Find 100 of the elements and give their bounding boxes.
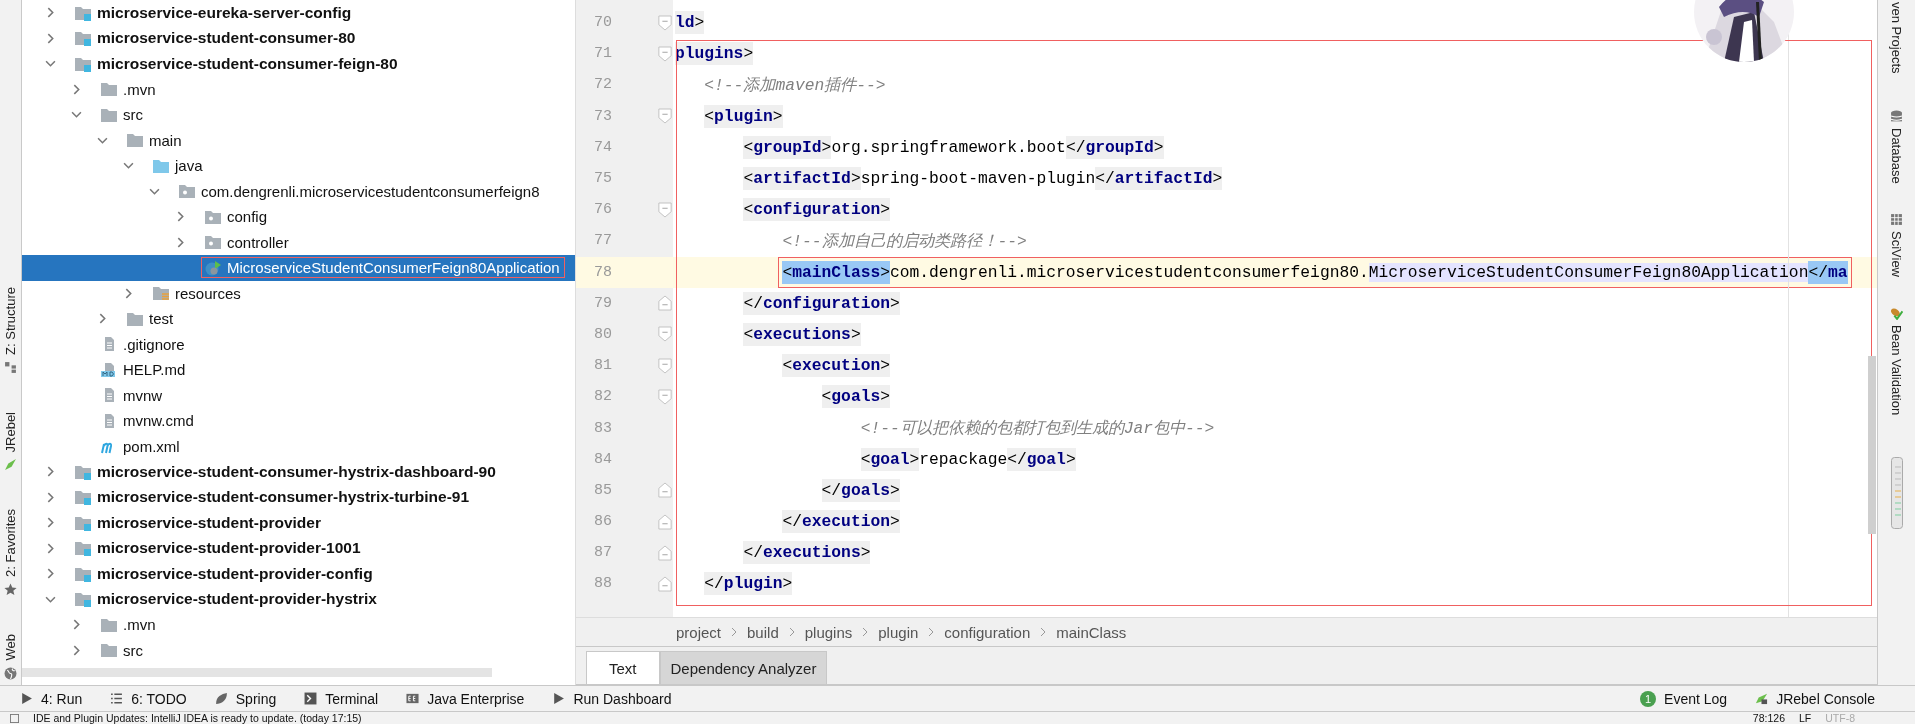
scrollbar[interactable] <box>1868 356 1876 534</box>
breadcrumb-item[interactable]: plugin <box>878 623 919 641</box>
tool-window-tab[interactable]: 2: Favorites <box>3 509 18 578</box>
cursor-position[interactable]: 78:126 <box>1752 712 1785 724</box>
tree-item[interactable]: microservice-student-consumer-hystrix-turbine-91 <box>97 488 470 507</box>
tree-item[interactable]: microservice-student-consumer-feign-80 <box>97 54 398 73</box>
tree-item[interactable]: .mvn <box>123 80 156 98</box>
tree-item[interactable]: mvnw <box>123 386 163 404</box>
module-folder-icon <box>74 30 92 47</box>
breadcrumb-item[interactable]: project <box>676 623 722 641</box>
xml-tag: ld> <box>675 11 705 35</box>
xml-tag: <artifactId> <box>743 167 861 191</box>
tool-window-tab[interactable]: Database <box>1889 127 1904 184</box>
fold-marker-icon[interactable] <box>658 14 672 31</box>
tree-item[interactable]: test <box>149 310 174 328</box>
editor-tab[interactable]: Text <box>586 651 660 684</box>
tool-window-button[interactable]: 1 Event Log <box>1640 690 1728 707</box>
tool-window-tab[interactable]: Z: Structure <box>3 287 18 355</box>
tool-window-button[interactable]: JRebel Console <box>1755 690 1875 707</box>
fold-marker-icon[interactable] <box>658 357 672 374</box>
tree-item[interactable]: src <box>123 641 143 659</box>
tree-item[interactable]: HELP.md <box>123 361 186 379</box>
fold-marker-icon[interactable] <box>658 513 672 530</box>
tree-item[interactable]: main <box>149 131 182 149</box>
module-folder-icon <box>74 514 92 531</box>
expanded-chevron-icon[interactable] <box>122 160 134 172</box>
xml-tag: </executions> <box>743 541 871 565</box>
fold-marker-icon[interactable] <box>658 388 672 405</box>
breadcrumb-item[interactable]: plugins <box>804 623 853 641</box>
xml-tag: </artifactId> <box>1095 167 1223 191</box>
tree-item[interactable]: config <box>227 208 268 226</box>
tool-window-tab[interactable]: ven Projects <box>1889 2 1904 74</box>
folder-icon <box>100 81 118 98</box>
folder-icon <box>100 106 118 123</box>
tool-window-tab[interactable]: SciView <box>1889 231 1904 278</box>
star-icon <box>4 583 17 597</box>
chevron-icon <box>788 627 795 637</box>
tree-item[interactable]: microservice-student-provider <box>97 513 321 532</box>
line-number: 72 <box>593 76 612 94</box>
breadcrumb-item[interactable]: build <box>747 623 779 641</box>
line-number: 85 <box>593 481 612 499</box>
expanded-chevron-icon[interactable] <box>70 109 82 121</box>
tool-window-button[interactable]: 4: Run <box>20 690 83 707</box>
tree-item[interactable]: src <box>123 106 143 124</box>
xml-tag: </execution> <box>782 510 900 534</box>
tree-item[interactable]: microservice-student-provider-config <box>97 564 373 583</box>
tool-window-button[interactable]: Spring <box>214 690 277 707</box>
tree-item[interactable]: microservice-student-consumer-80 <box>97 29 356 48</box>
breadcrumb-item[interactable]: configuration <box>944 623 1031 641</box>
tool-window-tab[interactable]: Bean Validation <box>1889 325 1904 416</box>
xml-tag: plugins> <box>675 42 754 66</box>
line-number: 75 <box>593 170 612 188</box>
fold-marker-icon[interactable] <box>658 544 672 561</box>
package-icon <box>178 183 196 200</box>
folder-icon <box>126 132 144 149</box>
tree-item[interactable]: microservice-eureka-server-config <box>97 3 352 22</box>
tool-window-button[interactable]: 6: TODO <box>110 690 187 707</box>
tag-value: repackage <box>919 449 1008 469</box>
fold-marker-icon[interactable] <box>658 295 672 312</box>
tree-item[interactable]: .mvn <box>123 616 156 634</box>
tree-item[interactable]: pom.xml <box>123 437 180 455</box>
tree-item[interactable]: .gitignore <box>123 335 185 353</box>
module-folder-icon <box>74 463 92 480</box>
xml-tag: <execution> <box>782 354 890 378</box>
folder-icon <box>152 157 170 174</box>
fold-marker-icon[interactable] <box>658 108 672 125</box>
line-number: 78 <box>593 263 612 281</box>
list-icon <box>110 692 124 705</box>
fold-marker-icon[interactable] <box>658 201 672 218</box>
tool-window-tab[interactable]: JRebel <box>3 411 18 453</box>
expanded-chevron-icon[interactable] <box>44 58 56 70</box>
tree-item[interactable]: mvnw.cmd <box>123 412 194 430</box>
tree-item[interactable]: controller <box>227 233 289 251</box>
tree-item[interactable]: microservice-student-provider-1001 <box>97 539 361 558</box>
tool-window-button[interactable]: Run Dashboard <box>552 690 672 707</box>
tree-item[interactable]: microservice-student-provider-hystrix <box>97 590 377 609</box>
scrollbar[interactable] <box>22 668 492 677</box>
tree-item[interactable]: microservice-student-consumer-hystrix-dashboard-90 <box>97 462 496 481</box>
line-number: 77 <box>593 232 612 250</box>
xml-tag: <groupId> <box>743 135 832 159</box>
tree-item[interactable]: java <box>175 157 203 175</box>
tool-window-tab[interactable]: Web <box>3 634 18 661</box>
editor-tab[interactable]: Dependency Analyzer <box>659 651 828 684</box>
line-separator[interactable]: LF <box>1799 712 1812 724</box>
tree-item[interactable]: resources <box>175 284 241 302</box>
panel-toggle-icon[interactable] <box>10 713 19 723</box>
module-folder-icon <box>74 4 92 21</box>
tree-item[interactable]: com.dengrenli.microservicestudentconsumerfeign8 <box>201 182 540 200</box>
fold-marker-icon[interactable] <box>658 45 672 62</box>
fold-marker-icon[interactable] <box>658 482 672 499</box>
rocket-icon <box>4 458 17 472</box>
module-folder-icon <box>74 540 92 557</box>
tool-window-button[interactable]: Terminal <box>304 690 379 707</box>
xml-tag: </configuration> <box>743 291 900 315</box>
tool-window-button[interactable]: Java Enterprise <box>406 690 525 707</box>
fold-marker-icon[interactable] <box>658 575 672 592</box>
status-message: IDE and Plugin Updates: IntelliJ IDEA is ready to update. (today 17:15) <box>33 712 362 724</box>
breadcrumb-item[interactable]: mainClass <box>1056 623 1127 641</box>
fold-marker-icon[interactable] <box>658 326 672 343</box>
structure-icon <box>4 360 17 374</box>
